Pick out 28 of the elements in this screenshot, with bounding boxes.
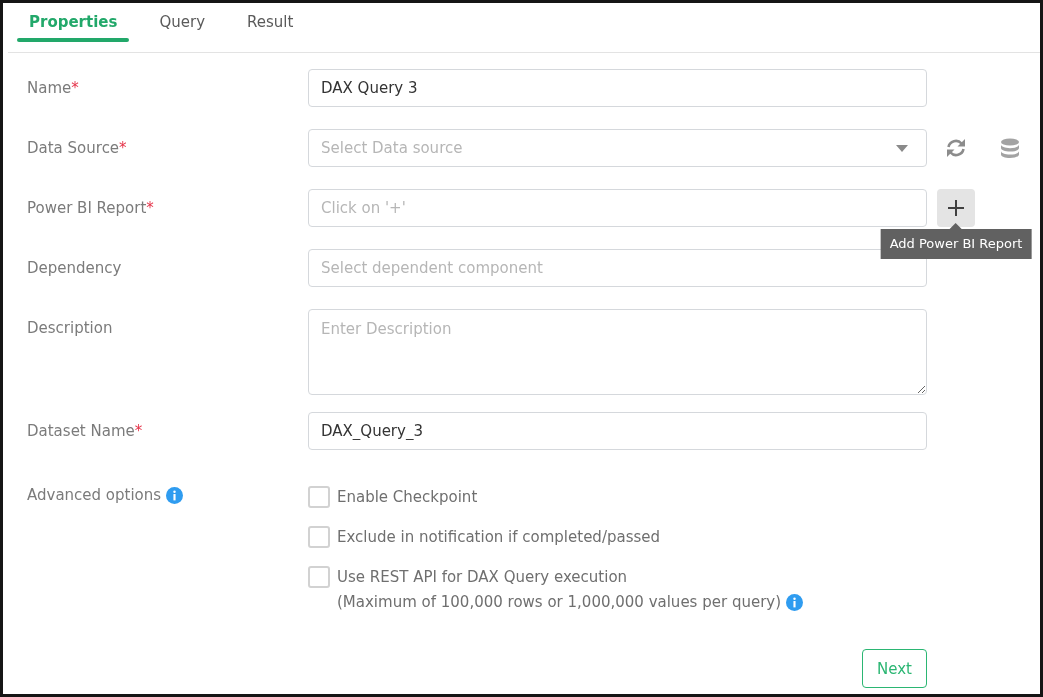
plus-icon — [948, 200, 964, 216]
field-label: Description — [27, 318, 114, 339]
info-icon[interactable] — [166, 486, 184, 504]
info-icon[interactable] — [786, 593, 804, 611]
field-label: Name* — [27, 78, 80, 99]
caret-icon — [896, 144, 908, 152]
checkbox-label: Exclude in notification if completed/passed — [337, 528, 661, 546]
field-label: Dependency — [27, 258, 123, 279]
field-label: Data Source* — [27, 138, 128, 159]
field-label: Advanced options — [27, 485, 162, 506]
input-field[interactable]: Select dependent component — [308, 249, 927, 287]
tab[interactable]: Result — [235, 11, 306, 42]
field-label: Power BI Report* — [27, 198, 155, 219]
tooltip: Add Power BI Report — [880, 223, 1032, 259]
input-field[interactable]: DAX_Query_3 — [308, 412, 927, 450]
input-field[interactable]: Click on '+' — [308, 189, 927, 227]
checkbox[interactable] — [308, 486, 330, 508]
checkbox[interactable] — [308, 526, 330, 548]
database-icon[interactable] — [1000, 137, 1020, 159]
note-text: (Maximum of 100,000 rows or 1,000,000 values per query) — [337, 592, 782, 613]
checkbox-label: Enable Checkpoint — [337, 488, 478, 506]
checkbox-label: Use REST API for DAX Query execution — [337, 568, 628, 586]
text-area[interactable]: Enter Description — [308, 309, 927, 395]
field-label: Dataset Name* — [27, 421, 144, 442]
refresh-icon[interactable] — [946, 138, 966, 158]
input-field[interactable]: DAX Query 3 — [308, 69, 927, 107]
tab[interactable]: Query — [147, 11, 217, 42]
checkbox[interactable] — [308, 566, 330, 588]
